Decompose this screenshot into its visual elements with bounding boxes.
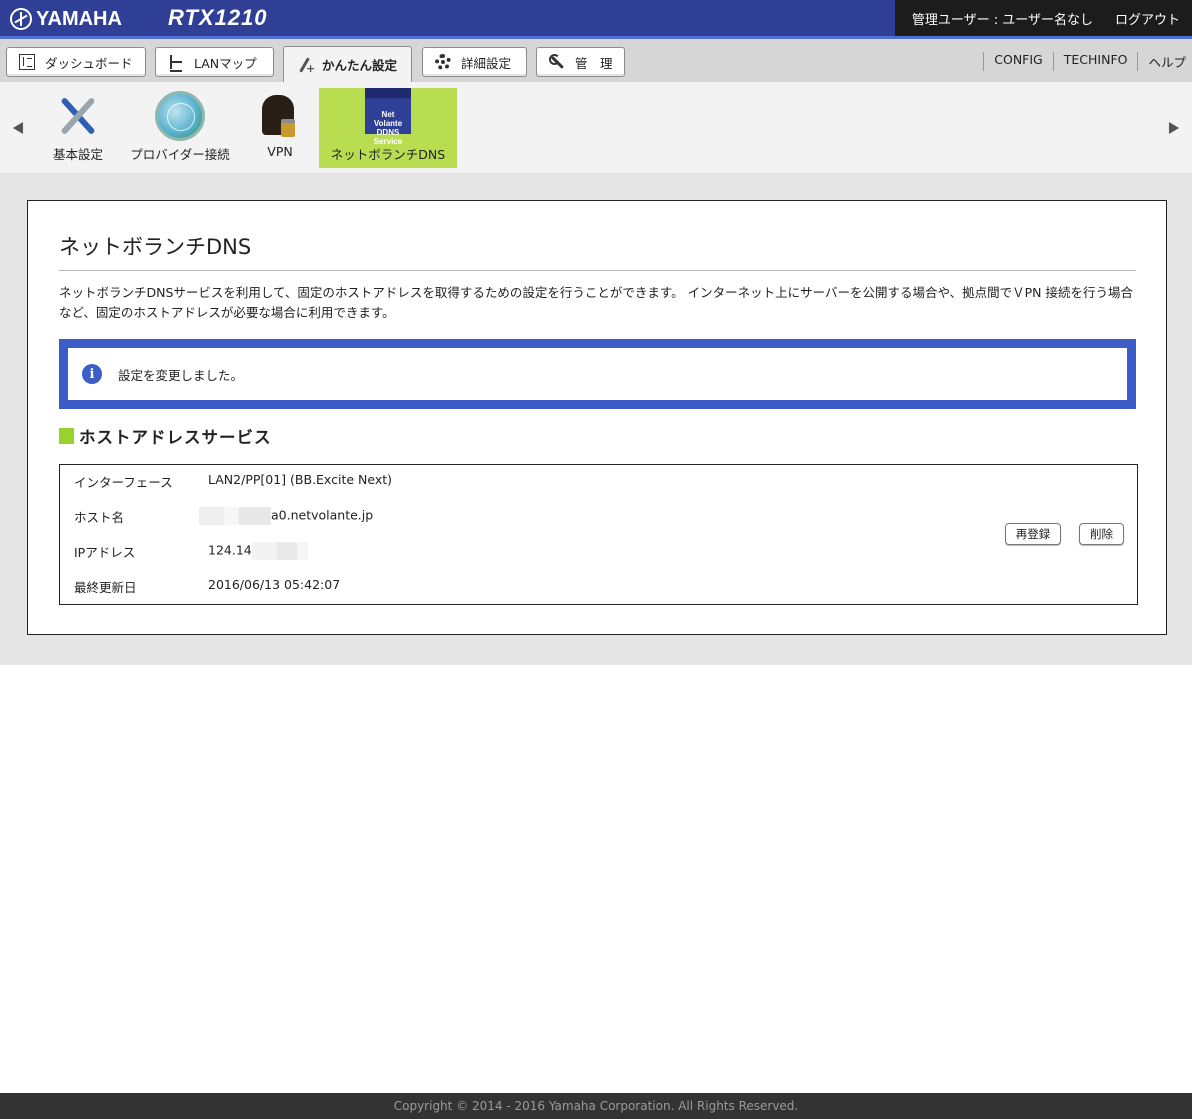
gear-icon <box>435 54 451 70</box>
scroll-right-arrow-icon[interactable] <box>1169 122 1179 134</box>
menu-item-label: プロバイダー接続 <box>130 147 230 162</box>
menu-item-netvolante-dns[interactable]: Net Volante DDNS Service ネットボランチDNS <box>319 88 457 168</box>
tab-lan-map[interactable]: LANマップ <box>155 47 274 77</box>
copyright-text: Copyright © 2014 - 2016 Yamaha Corporati… <box>393 1099 799 1113</box>
wrench-icon <box>549 54 565 70</box>
yamaha-emblem-icon <box>10 8 32 30</box>
user-area: 管理ユーザー : ユーザー名なし ログアウト <box>895 0 1192 36</box>
updated-label: 最終更新日 <box>74 580 137 595</box>
globe-icon <box>155 91 205 141</box>
tab-label: 詳細設定 <box>461 55 512 71</box>
title-divider <box>59 270 1136 271</box>
config-link[interactable]: CONFIG <box>983 52 1052 71</box>
ddns-badge-text: Volante <box>373 119 403 128</box>
host-address-service-box: インターフェース LAN2/PP[01] (BB.Excite Next) ホス… <box>59 464 1138 605</box>
hostname-value-wrap: a0.netvolante.jp <box>199 507 373 525</box>
notice-text: 設定を変更しました。 <box>118 367 244 383</box>
content-panel: ネットボランチDNS ネットボランチDNSサービスを利用して、固定のホストアドレ… <box>27 200 1167 635</box>
help-link[interactable]: ヘルプ <box>1137 52 1192 71</box>
ddns-badge-text: DDNS <box>376 128 400 137</box>
ddns-service-icon: Net Volante DDNS Service <box>365 88 411 146</box>
menu-item-vpn[interactable]: VPN <box>250 88 310 168</box>
utility-links: CONFIG TECHINFO ヘルプ <box>983 52 1192 71</box>
tab-label: LANマップ <box>194 55 257 71</box>
updated-value: 2016/06/13 05:42:07 <box>208 577 341 592</box>
menu-item-provider-connection[interactable]: プロバイダー接続 <box>124 88 236 168</box>
user-label: 管理ユーザー : ユーザー名なし <box>911 12 1093 28</box>
page-title: ネットボランチDNS <box>59 235 252 259</box>
ip-value: 124.14 <box>208 542 252 558</box>
tools-icon <box>53 91 103 141</box>
ip-label: IPアドレス <box>74 545 136 560</box>
dashboard-icon <box>19 54 35 70</box>
tab-label: かんたん設定 <box>322 58 398 73</box>
interface-label: インターフェース <box>74 475 173 490</box>
page-description: ネットボランチDNSサービスを利用して、固定のホストアドレスを取得するための設定… <box>59 285 1133 320</box>
yamaha-logo: YAMAHA <box>10 7 122 31</box>
brand-name: YAMAHA <box>36 7 122 30</box>
techinfo-link[interactable]: TECHINFO <box>1052 52 1138 71</box>
delete-button[interactable]: 削除 <box>1079 523 1124 545</box>
tab-management[interactable]: 管 理 <box>536 47 625 77</box>
ip-value-wrap: 124.14 <box>208 542 308 560</box>
top-header: YAMAHA RTX1210 管理ユーザー : ユーザー名なし ログアウト <box>0 0 1192 39</box>
section-title-text: ホストアドレスサービス <box>79 428 272 447</box>
hostname-value: a0.netvolante.jp <box>271 507 374 523</box>
main-nav: ダッシュボード LANマップ かんたん設定 詳細設定 管 理 CONFIG TE… <box>0 39 1192 82</box>
vpn-lock-icon <box>255 91 305 141</box>
wand-icon <box>296 57 315 75</box>
menu-item-label: ネットボランチDNS <box>330 147 446 162</box>
tab-easy-setup[interactable]: かんたん設定 <box>283 46 412 82</box>
ddns-badge-text: Net <box>381 110 395 119</box>
tab-dashboard[interactable]: ダッシュボード <box>6 47 146 77</box>
model-name: RTX1210 <box>168 5 268 30</box>
menu-item-label: VPN <box>267 144 293 159</box>
easy-setup-menu: 基本設定 プロバイダー接続 VPN Net Volante DDNS Servi… <box>0 82 1192 173</box>
section-title: ホストアドレスサービス <box>59 424 272 448</box>
redacted-block <box>199 507 271 525</box>
footer: Copyright © 2014 - 2016 Yamaha Corporati… <box>0 1093 1192 1119</box>
menu-item-basic-settings[interactable]: 基本設定 <box>38 88 118 168</box>
hostname-label: ホスト名 <box>74 510 125 525</box>
redacted-block <box>251 542 308 560</box>
tab-label: ダッシュボード <box>45 55 133 71</box>
lan-map-icon <box>168 54 184 72</box>
reregister-button[interactable]: 再登録 <box>1005 523 1061 545</box>
logout-link[interactable]: ログアウト <box>1115 9 1180 28</box>
info-icon: i <box>82 364 102 384</box>
interface-value: LAN2/PP[01] (BB.Excite Next) <box>208 472 393 487</box>
menu-item-label: 基本設定 <box>52 147 103 162</box>
status-notice: i 設定を変更しました。 <box>59 339 1136 409</box>
tab-label: 管 理 <box>575 55 613 71</box>
scroll-left-arrow-icon[interactable] <box>13 122 23 134</box>
tab-advanced-settings[interactable]: 詳細設定 <box>422 47 527 77</box>
section-marker <box>59 428 74 444</box>
